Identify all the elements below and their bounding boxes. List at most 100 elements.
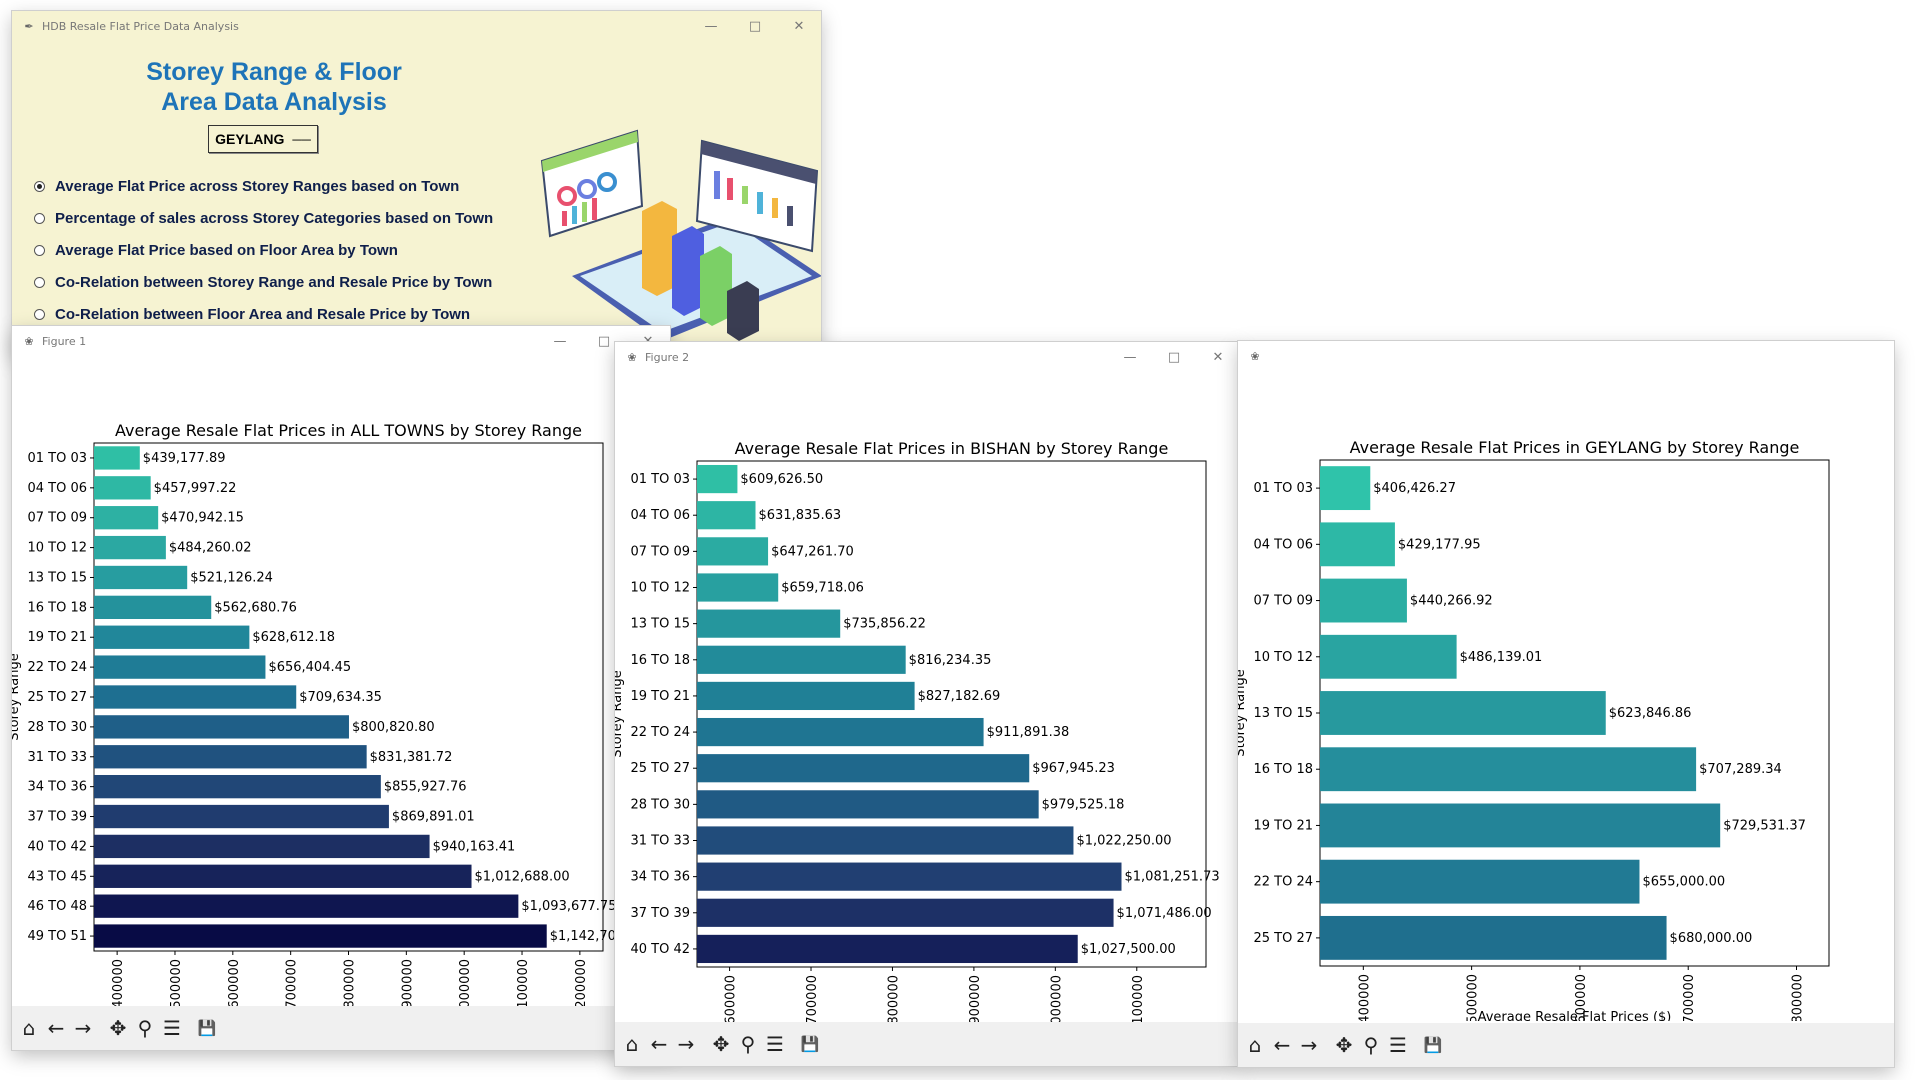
figure-2-toolbar: ⌂ ← → ✥ ⚲ ☰ 💾	[615, 1022, 1240, 1066]
data-label: $429,177.95	[1398, 537, 1481, 552]
data-label: $735,856.22	[843, 617, 926, 632]
minimize-button[interactable]: —	[1762, 341, 1806, 371]
minimize-button[interactable]: —	[689, 11, 733, 41]
maximize-button[interactable]: □	[1806, 341, 1850, 371]
configure-icon[interactable]: ☰	[1387, 1033, 1409, 1057]
y-tick-label: 07 TO 09	[1253, 594, 1313, 609]
bar	[697, 754, 1030, 783]
data-label: $406,426.27	[1373, 481, 1456, 496]
y-tick-label: 16 TO 18	[630, 653, 690, 668]
y-tick-label: 16 TO 18	[27, 600, 87, 615]
close-button[interactable]: ✕	[1196, 342, 1240, 372]
bar	[697, 537, 769, 566]
x-tick-label: 800000	[343, 959, 358, 1006]
maximize-button[interactable]: □	[733, 11, 777, 41]
configure-icon[interactable]: ☰	[161, 1016, 183, 1040]
y-tick-label: 28 TO 30	[630, 797, 690, 812]
matplotlib-icon: ❀	[627, 350, 637, 364]
radio-button-selected[interactable]	[34, 181, 45, 192]
home-icon[interactable]: ⌂	[621, 1032, 643, 1056]
option-label: Co-Relation between Storey Range and Res…	[55, 274, 493, 291]
minimize-button[interactable]: —	[538, 326, 582, 356]
data-label: $470,942.15	[161, 511, 244, 526]
data-label: $457,997.22	[154, 481, 237, 496]
close-button[interactable]: ✕	[1850, 341, 1894, 371]
minimize-button[interactable]: —	[1108, 342, 1152, 372]
x-tick-label: 700000	[285, 959, 300, 1006]
option-avg-price-storey[interactable]: Average Flat Price across Storey Ranges …	[34, 178, 459, 195]
save-icon[interactable]: 💾	[799, 1033, 821, 1055]
data-label: $484,260.02	[169, 541, 252, 556]
data-label: $659,718.06	[781, 581, 864, 596]
zoom-icon[interactable]: ⚲	[737, 1032, 759, 1056]
x-tick-label: 900000	[968, 975, 983, 1022]
figure-2-titlebar: ❀ Figure 2 — □ ✕	[615, 342, 1240, 372]
matplotlib-icon: ❀	[1250, 349, 1260, 363]
y-axis-label: Storey Range	[12, 653, 22, 740]
radio-button[interactable]	[34, 245, 45, 256]
maximize-button[interactable]: □	[1152, 342, 1196, 372]
save-icon[interactable]: 💾	[1422, 1034, 1444, 1056]
option-corr-storey-price[interactable]: Co-Relation between Storey Range and Res…	[34, 274, 492, 291]
bar	[1320, 915, 1667, 960]
pan-icon[interactable]: ✥	[107, 1016, 129, 1040]
y-tick-label: 37 TO 39	[630, 906, 690, 921]
back-arrow-icon[interactable]: ←	[1271, 1033, 1293, 1057]
plot-frame	[696, 460, 1207, 968]
y-tick-label: 10 TO 12	[630, 581, 690, 596]
option-label: Percentage of sales across Storey Catego…	[55, 210, 494, 227]
y-tick-label: 07 TO 09	[27, 511, 87, 526]
bar	[94, 535, 166, 560]
home-icon[interactable]: ⌂	[1244, 1033, 1266, 1057]
data-label: $631,835.63	[759, 508, 842, 523]
option-corr-floor-price[interactable]: Co-Relation between Floor Area and Resal…	[34, 306, 470, 323]
close-button[interactable]: ✕	[777, 11, 821, 41]
pan-icon[interactable]: ✥	[710, 1032, 732, 1056]
zoom-icon[interactable]: ⚲	[134, 1016, 156, 1040]
chart-title: Average Resale Flat Prices in GEYLANG by…	[1350, 438, 1800, 457]
bar	[1320, 859, 1640, 904]
bar	[697, 501, 756, 530]
radio-button[interactable]	[34, 213, 45, 224]
option-pct-sales-storey[interactable]: Percentage of sales across Storey Catego…	[34, 210, 493, 227]
app-window: ✒ HDB Resale Flat Price Data Analysis — …	[12, 11, 821, 356]
zoom-icon[interactable]: ⚲	[1360, 1033, 1382, 1057]
option-label: Co-Relation between Floor Area and Resal…	[55, 306, 471, 323]
chart-title: Average Resale Flat Prices in ALL TOWNS …	[115, 421, 582, 440]
x-axis-label: Average Resale Flat Prices ($)	[1478, 1010, 1672, 1021]
y-tick-label: 34 TO 36	[630, 870, 690, 885]
save-icon[interactable]: 💾	[196, 1017, 218, 1039]
x-tick-label: 1000000	[458, 959, 473, 1006]
y-tick-label: 10 TO 12	[1253, 650, 1313, 665]
radio-button[interactable]	[34, 277, 45, 288]
back-arrow-icon[interactable]: ←	[45, 1016, 67, 1040]
pan-icon[interactable]: ✥	[1333, 1033, 1355, 1057]
configure-icon[interactable]: ☰	[764, 1032, 786, 1056]
option-avg-price-floor-area[interactable]: Average Flat Price based on Floor Area b…	[34, 242, 398, 259]
home-icon[interactable]: ⌂	[18, 1016, 40, 1040]
forward-arrow-icon[interactable]: →	[1298, 1033, 1320, 1057]
forward-arrow-icon[interactable]: →	[72, 1016, 94, 1040]
back-arrow-icon[interactable]: ←	[648, 1032, 670, 1056]
data-label: $1,027,500.00	[1081, 942, 1176, 957]
y-tick-label: 13 TO 15	[630, 617, 690, 632]
figure-3-title: Figure 3	[1268, 349, 1313, 363]
data-label: $729,531.37	[1723, 818, 1806, 833]
y-tick-label: 16 TO 18	[1253, 762, 1313, 777]
bar	[94, 625, 250, 649]
town-dropdown[interactable]: GEYLANG ──	[208, 125, 318, 153]
radio-button[interactable]	[34, 309, 45, 320]
bar	[1320, 803, 1721, 848]
data-label: $967,945.23	[1032, 761, 1115, 776]
forward-arrow-icon[interactable]: →	[675, 1032, 697, 1056]
bar	[94, 924, 547, 948]
bar	[94, 774, 381, 799]
bar	[94, 745, 367, 769]
data-label: $521,126.24	[190, 570, 273, 585]
y-tick-label: 31 TO 33	[27, 750, 87, 765]
data-label: $486,139.01	[1460, 650, 1543, 665]
bar	[697, 826, 1074, 855]
y-axis-label: Storey Range	[615, 670, 625, 757]
page-title-line1: Storey Range & Floor	[146, 58, 402, 86]
figure-2-title: Figure 2	[645, 350, 690, 364]
